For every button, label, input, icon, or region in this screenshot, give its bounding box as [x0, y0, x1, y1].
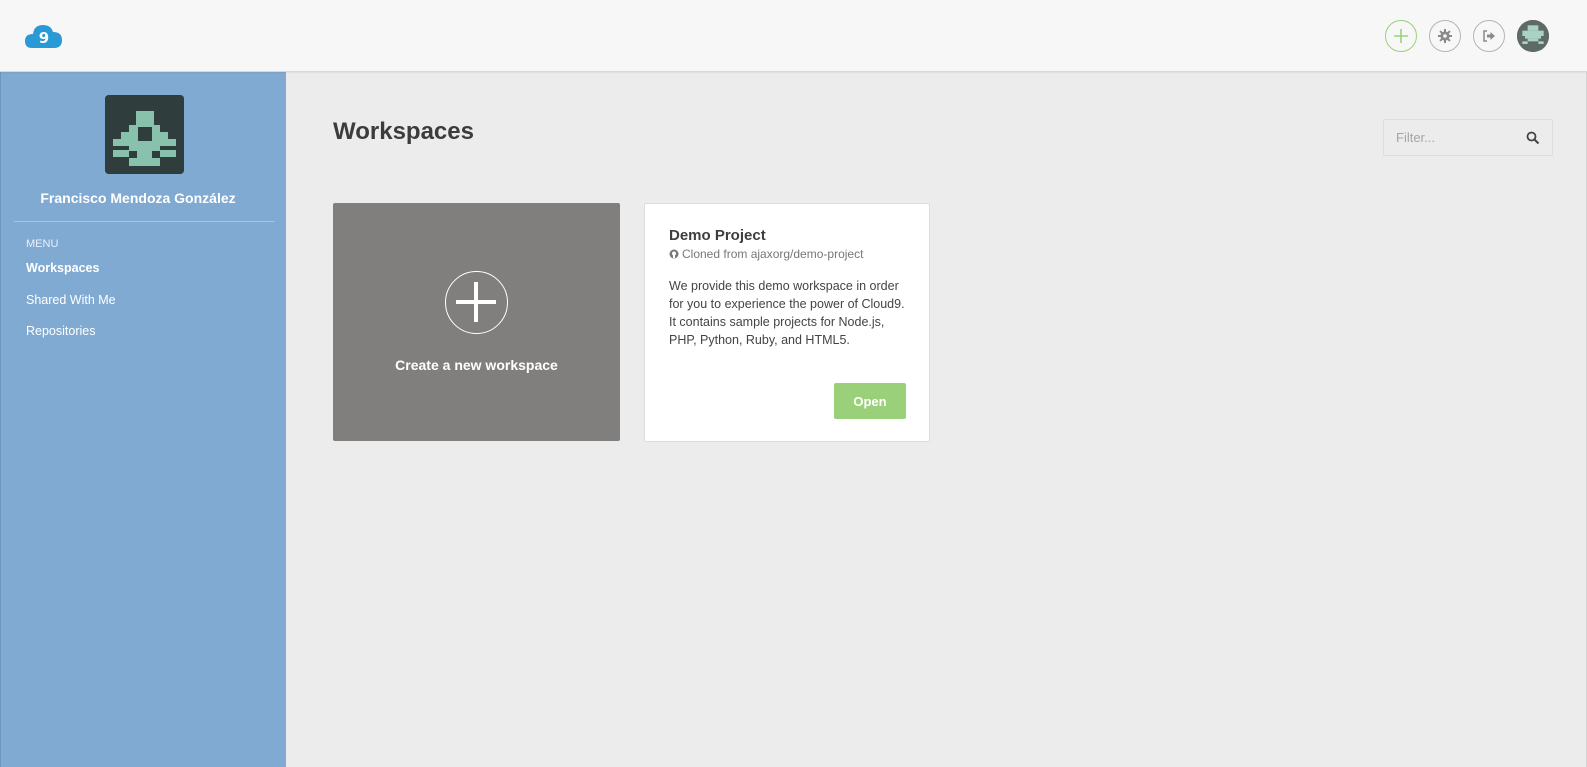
plus-circle-icon [445, 271, 508, 334]
cloud9-logo-icon[interactable]: 9 [24, 22, 64, 50]
logout-button[interactable] [1473, 20, 1505, 52]
workspace-card: Demo Project Cloned from ajaxorg/demo-pr… [644, 203, 930, 442]
sidebar-item-shared-with-me[interactable]: Shared With Me [26, 293, 116, 307]
sidebar-item-repositories[interactable]: Repositories [26, 324, 95, 338]
gear-icon [1438, 29, 1452, 43]
create-workspace-card[interactable]: Create a new workspace [333, 203, 620, 441]
open-workspace-button[interactable]: Open [834, 383, 906, 419]
sidebar: Francisco Mendoza González MENU Workspac… [0, 72, 286, 767]
filter-input[interactable] [1384, 120, 1519, 155]
workspace-source: Cloned from ajaxorg/demo-project [669, 247, 863, 261]
filter-box [1383, 119, 1553, 156]
create-workspace-button[interactable] [1385, 20, 1417, 52]
user-avatar-button[interactable] [1517, 20, 1549, 52]
search-icon[interactable] [1526, 131, 1540, 145]
top-bar: 9 [0, 0, 1587, 72]
github-icon [669, 249, 679, 259]
sidebar-divider [14, 221, 275, 222]
settings-button[interactable] [1429, 20, 1461, 52]
sign-out-icon [1483, 30, 1495, 42]
profile-avatar[interactable] [105, 95, 184, 174]
workspace-title[interactable]: Demo Project [669, 227, 766, 244]
create-workspace-label: Create a new workspace [395, 357, 558, 373]
top-actions [1385, 20, 1549, 52]
sidebar-item-workspaces[interactable]: Workspaces [26, 261, 99, 275]
plus-icon [1394, 29, 1408, 43]
menu-heading: MENU [26, 238, 59, 250]
page-title: Workspaces [333, 118, 474, 145]
workspace-description: We provide this demo workspace in order … [669, 279, 905, 347]
svg-text:9: 9 [39, 29, 49, 47]
avatar-icon [1517, 20, 1549, 52]
profile-name: Francisco Mendoza González [40, 190, 236, 206]
workspace-source-text: Cloned from ajaxorg/demo-project [682, 247, 864, 261]
